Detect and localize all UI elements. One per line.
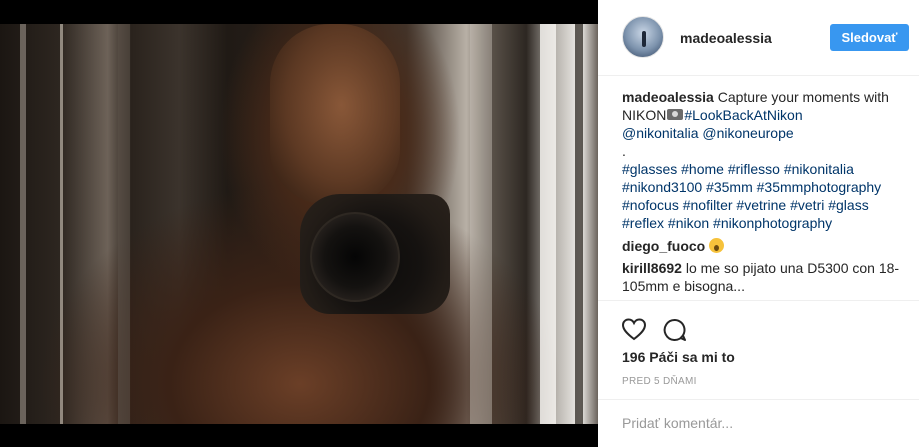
post-header: madeoalessia Sledovať — [598, 0, 919, 76]
camera-emoji-icon — [667, 109, 684, 120]
comment-username[interactable]: diego_fuoco — [622, 238, 705, 254]
follow-button[interactable]: Sledovať — [830, 24, 909, 51]
comment-username[interactable]: kirill8692 — [622, 260, 682, 276]
header-username[interactable]: madeoalessia — [680, 30, 772, 46]
avatar[interactable] — [622, 16, 664, 58]
glass-reflection — [20, 24, 26, 424]
caption-mentions[interactable]: @nikonitalia @nikoneurope — [622, 125, 794, 141]
comment-item: kirill8692 lo me so pijato una D5300 con… — [622, 259, 912, 295]
glass-reflection — [470, 24, 492, 424]
likes-count[interactable]: 196 Páči sa mi to — [622, 349, 735, 365]
caption-hashtags[interactable]: #glasses #home #riflesso #nikonitalia #n… — [622, 161, 881, 231]
photo-area — [0, 0, 598, 447]
photo-camera-lens — [310, 212, 400, 302]
comment-input[interactable] — [622, 412, 902, 434]
photo-subject-face — [270, 24, 400, 204]
instagram-post: madeoalessia Sledovať madeoalessia Captu… — [0, 0, 919, 447]
caption-dot: . — [622, 143, 626, 159]
post-timestamp[interactable]: PRED 5 DŇAMI — [622, 376, 697, 387]
comment-item: diego_fuoco — [622, 236, 912, 255]
add-comment-section — [598, 399, 919, 447]
post-photo[interactable] — [0, 24, 598, 424]
heart-icon[interactable] — [621, 317, 647, 343]
caption-username[interactable]: madeoalessia — [622, 89, 714, 105]
hashtag-lookbackatnikon[interactable]: #LookBackAtNikon — [684, 107, 802, 123]
glass-reflection — [540, 24, 556, 424]
glass-reflection — [118, 24, 130, 424]
post-sidebar: madeoalessia Sledovať madeoalessia Captu… — [598, 0, 919, 447]
glass-reflection — [60, 24, 63, 424]
avatar-figure — [642, 31, 646, 47]
glass-reflection — [575, 24, 583, 424]
surprised-face-emoji-icon — [709, 238, 725, 253]
comments-list[interactable]: madeoalessia Capture your moments with N… — [622, 88, 912, 301]
caption: madeoalessia Capture your moments with N… — [622, 88, 912, 232]
comment-icon[interactable] — [662, 317, 688, 343]
